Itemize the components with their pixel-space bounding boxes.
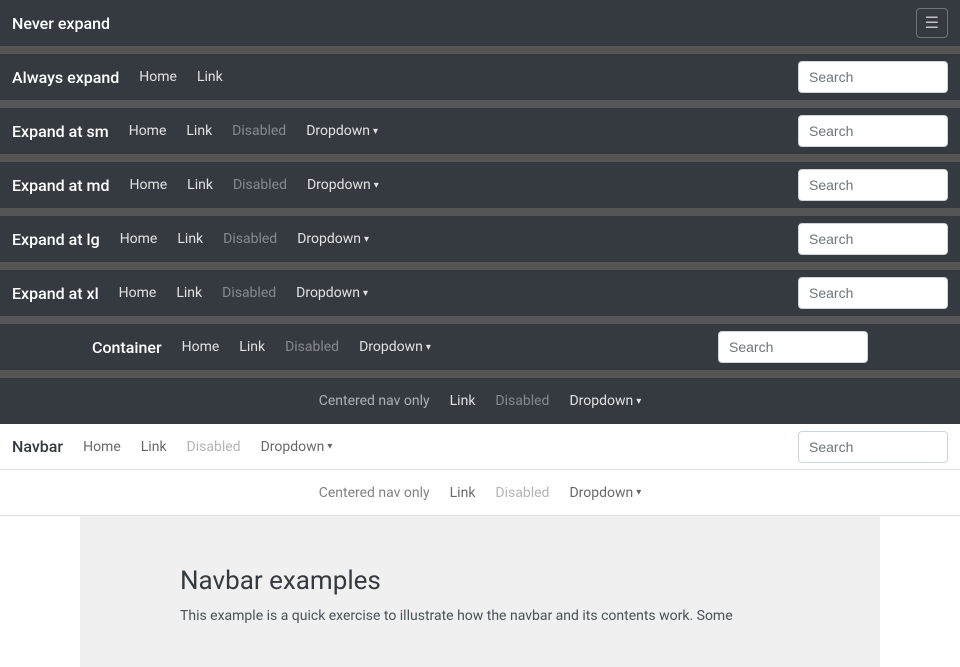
nav-links-md: Home Link Disabled Dropdown bbox=[121, 173, 798, 197]
nav-link-disabled-sm: Disabled bbox=[224, 119, 294, 143]
nav-link-disabled-xl: Disabled bbox=[214, 281, 284, 305]
nav-link-dropdown-container[interactable]: Dropdown bbox=[351, 335, 439, 359]
search-input-container[interactable] bbox=[718, 331, 868, 363]
nav-link-link-md[interactable]: Link bbox=[179, 173, 221, 197]
navbar-white: Navbar Home Link Disabled Dropdown bbox=[0, 424, 960, 470]
centered-label-white: Centered nav only bbox=[311, 481, 438, 505]
nav-link-disabled-centered-white: Disabled bbox=[487, 481, 557, 505]
navbar-brand-md: Expand at md bbox=[12, 176, 109, 195]
nav-link-link-xl[interactable]: Link bbox=[168, 281, 210, 305]
nav-links-container: Home Link Disabled Dropdown bbox=[174, 335, 718, 359]
nav-link-link-always[interactable]: Link bbox=[189, 65, 231, 89]
divider-1 bbox=[0, 46, 960, 54]
nav-link-link-centered-white[interactable]: Link bbox=[442, 481, 484, 505]
nav-link-dropdown-centered-dark[interactable]: Dropdown bbox=[561, 389, 649, 413]
nav-link-link-sm[interactable]: Link bbox=[178, 119, 220, 143]
navbar-expand-xl: Expand at xl Home Link Disabled Dropdown bbox=[0, 270, 960, 316]
nav-links-lg: Home Link Disabled Dropdown bbox=[112, 227, 798, 251]
navbar-brand-sm: Expand at sm bbox=[12, 122, 109, 141]
search-input-white[interactable] bbox=[798, 431, 948, 463]
search-input-sm[interactable] bbox=[798, 115, 948, 147]
navbar-expand-md: Expand at md Home Link Disabled Dropdown bbox=[0, 162, 960, 208]
navbar-expand-sm: Expand at sm Home Link Disabled Dropdown bbox=[0, 108, 960, 154]
hamburger-icon: ☰ bbox=[925, 15, 939, 32]
nav-link-dropdown-xl[interactable]: Dropdown bbox=[288, 281, 376, 305]
navbar-brand-white: Navbar bbox=[12, 437, 63, 456]
divider-7 bbox=[0, 370, 960, 378]
nav-link-link-white[interactable]: Link bbox=[133, 435, 175, 459]
divider-5 bbox=[0, 262, 960, 270]
nav-link-disabled-centered-dark: Disabled bbox=[487, 389, 557, 413]
nav-links-centered-white: Centered nav only Link Disabled Dropdown bbox=[12, 481, 948, 505]
divider-4 bbox=[0, 208, 960, 216]
nav-link-dropdown-lg[interactable]: Dropdown bbox=[289, 227, 377, 251]
nav-links-always: Home Link bbox=[131, 65, 798, 89]
nav-link-home-md[interactable]: Home bbox=[121, 173, 175, 197]
nav-link-disabled-white: Disabled bbox=[179, 435, 249, 459]
divider-3 bbox=[0, 154, 960, 162]
search-input-lg[interactable] bbox=[798, 223, 948, 255]
white-section: Navbar Home Link Disabled Dropdown Cente… bbox=[0, 424, 960, 667]
centered-label-dark: Centered nav only bbox=[311, 389, 438, 413]
divider-2 bbox=[0, 100, 960, 108]
navbar-brand-container: Container bbox=[92, 338, 162, 357]
nav-link-link-centered-dark[interactable]: Link bbox=[442, 389, 484, 413]
navbar-centered-white: Centered nav only Link Disabled Dropdown bbox=[0, 470, 960, 516]
navbar-always-expand: Always expand Home Link bbox=[0, 54, 960, 100]
navbar-brand-xl: Expand at xl bbox=[12, 284, 99, 303]
navbar-brand-lg: Expand at lg bbox=[12, 230, 100, 249]
nav-link-dropdown-centered-white[interactable]: Dropdown bbox=[561, 481, 649, 505]
nav-link-home-sm[interactable]: Home bbox=[121, 119, 175, 143]
nav-link-home-lg[interactable]: Home bbox=[112, 227, 166, 251]
nav-link-home-always[interactable]: Home bbox=[131, 65, 185, 89]
nav-link-link-lg[interactable]: Link bbox=[169, 227, 211, 251]
navbar-brand-never: Never expand bbox=[12, 14, 110, 33]
nav-links-sm: Home Link Disabled Dropdown bbox=[121, 119, 798, 143]
divider-6 bbox=[0, 316, 960, 324]
nav-link-disabled-container: Disabled bbox=[277, 335, 347, 359]
nav-link-disabled-md: Disabled bbox=[225, 173, 295, 197]
nav-link-home-xl[interactable]: Home bbox=[111, 281, 165, 305]
search-input-always[interactable] bbox=[798, 61, 948, 93]
navbar-brand-always: Always expand bbox=[12, 68, 119, 87]
navbar-toggler-never[interactable]: ☰ bbox=[916, 8, 948, 38]
navbar-never-expand: Never expand ☰ bbox=[0, 0, 960, 46]
navbar-container: Container Home Link Disabled Dropdown bbox=[80, 324, 880, 370]
nav-links-centered-dark: Centered nav only Link Disabled Dropdown bbox=[12, 389, 948, 413]
nav-link-home-white[interactable]: Home bbox=[75, 435, 129, 459]
search-input-md[interactable] bbox=[798, 169, 948, 201]
nav-link-dropdown-white[interactable]: Dropdown bbox=[253, 435, 341, 459]
nav-link-dropdown-md[interactable]: Dropdown bbox=[299, 173, 387, 197]
content-title: Navbar examples bbox=[180, 566, 780, 596]
nav-links-xl: Home Link Disabled Dropdown bbox=[111, 281, 798, 305]
content-area: Navbar examples This example is a quick … bbox=[80, 516, 880, 667]
content-description: This example is a quick exercise to illu… bbox=[180, 606, 780, 627]
nav-link-dropdown-sm[interactable]: Dropdown bbox=[298, 119, 386, 143]
nav-link-link-container[interactable]: Link bbox=[231, 335, 273, 359]
nav-link-home-container[interactable]: Home bbox=[174, 335, 228, 359]
navbar-centered-dark: Centered nav only Link Disabled Dropdown bbox=[0, 378, 960, 424]
navbar-expand-lg: Expand at lg Home Link Disabled Dropdown bbox=[0, 216, 960, 262]
nav-link-disabled-lg: Disabled bbox=[215, 227, 285, 251]
navbar-container-wrapper: Container Home Link Disabled Dropdown bbox=[0, 324, 960, 370]
nav-links-white: Home Link Disabled Dropdown bbox=[75, 435, 798, 459]
search-input-xl[interactable] bbox=[798, 277, 948, 309]
